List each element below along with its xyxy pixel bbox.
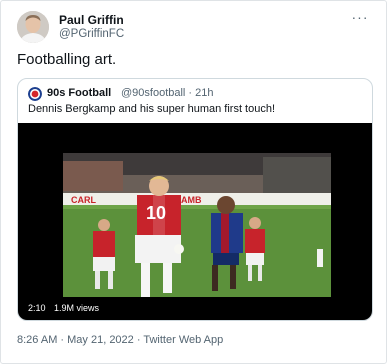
quoted-meta: @90sfootball · 21h [121, 87, 214, 99]
author-name[interactable]: Paul Griffin [59, 13, 124, 27]
tweet-timestamp[interactable]: 8:26 AM · May 21, 2022 · Twitter Web App [17, 334, 223, 346]
video-info: 2:10 1.9M views [28, 303, 105, 313]
quoted-avatar[interactable] [28, 87, 42, 101]
board-text-right: AMB [181, 195, 202, 205]
quoted-tweet[interactable]: 90s Football @90sfootball · 21h Dennis B… [17, 78, 373, 321]
quoted-author-name[interactable]: 90s Football [47, 87, 111, 99]
author-avatar[interactable] [17, 11, 49, 43]
tweet-text: Footballing art. [17, 51, 117, 68]
ball [174, 244, 184, 254]
video-views: 1.9M views [54, 303, 100, 313]
player-number: 10 [146, 203, 166, 223]
more-icon[interactable]: ··· [350, 9, 370, 25]
tweet-card[interactable]: Paul Griffin @PGriffinFC ··· Footballing… [0, 0, 387, 364]
quoted-text: Dennis Bergkamp and his super human firs… [28, 103, 276, 115]
board-text-left: CARL [71, 195, 96, 205]
video-duration: 2:10 [28, 303, 46, 313]
video-thumbnail: CARL AMB 10 [63, 153, 331, 297]
author-handle[interactable]: @PGriffinFC [59, 28, 124, 40]
video-player[interactable]: CARL AMB 10 2:10 1.9M views [18, 123, 372, 320]
